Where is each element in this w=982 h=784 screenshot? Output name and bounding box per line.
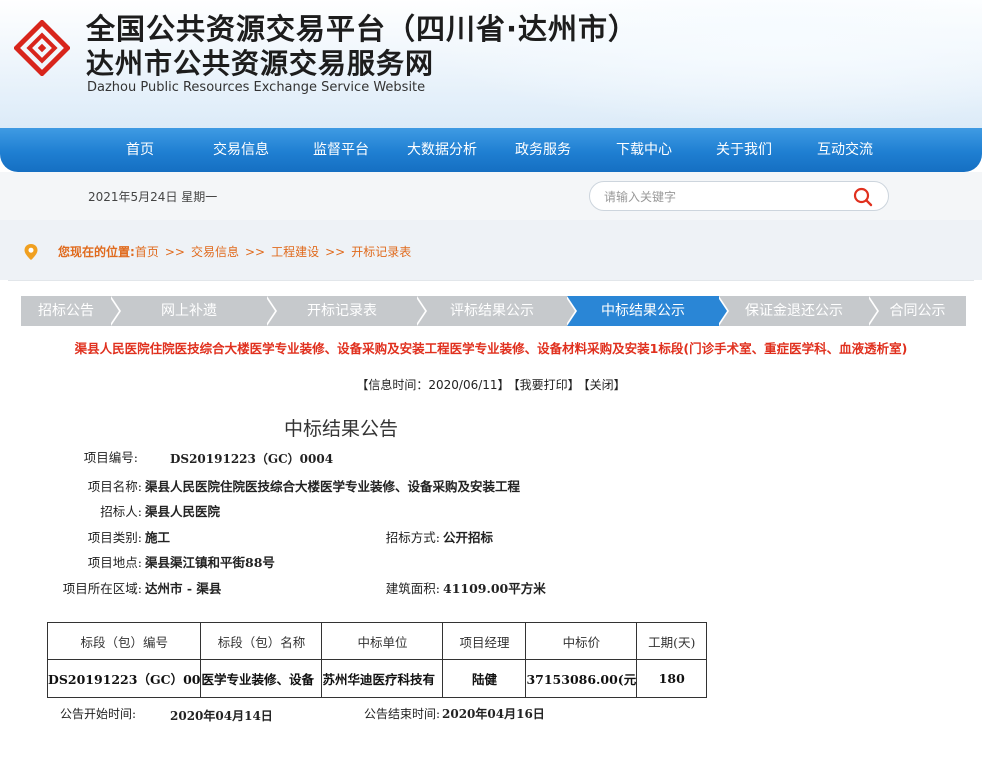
- field-label-area: 建筑面积:: [385, 581, 440, 596]
- table-cell-lot-code: DS20191223（GC）00: [46, 659, 202, 698]
- field-label-name: 项目名称:: [87, 479, 142, 494]
- site-title-english: Dazhou Public Resources Exchange Service…: [87, 80, 426, 95]
- stage-tab-bid-record[interactable]: 开标记录表: [267, 296, 417, 326]
- field-value-category: 施工: [145, 530, 171, 545]
- award-table: 标段（包）编号 标段（包）名称 中标单位 项目经理 中标价 工期(天) DS20…: [46, 622, 708, 698]
- notice-end-label: 公告结束时间:: [363, 707, 440, 721]
- field-value-region: 达州市 - 渠县: [145, 581, 222, 596]
- location-pin-icon: [24, 243, 38, 260]
- table-header-lot-name: 标段（包）名称: [200, 622, 323, 660]
- print-link[interactable]: 【我要打印】: [514, 378, 580, 392]
- field-value-area: 41109.00平方米: [443, 581, 546, 596]
- field-label-region: 项目所在区域:: [62, 581, 142, 596]
- stage-chevron: [265, 296, 275, 326]
- stage-tab-deposit-refund[interactable]: 保证金退还公示: [719, 296, 869, 326]
- breadcrumb-separator: >>: [164, 244, 185, 259]
- breadcrumb-separator: >>: [325, 244, 346, 259]
- table-header-lot-code: 标段（包）编号: [46, 622, 202, 660]
- current-date: 2021年5月24日 星期一: [88, 190, 218, 204]
- field-label-code: 项目编号:: [83, 450, 138, 465]
- breadcrumb: 您现在的位置: 首页 >> 交易信息 >> 工程建设 >> 开标记录表: [24, 243, 411, 260]
- breadcrumb-bid-record[interactable]: 开标记录表: [351, 243, 411, 260]
- table-cell-manager: 陆健: [442, 659, 527, 698]
- nav-item-interaction[interactable]: 互动交流: [810, 128, 880, 172]
- stage-tab-award-result[interactable]: 中标结果公示: [567, 296, 719, 326]
- site-header: 全国公共资源交易平台（四川省·达州市） 达州市公共资源交易服务网 Dazhou …: [0, 0, 982, 128]
- field-value-method: 公开招标: [443, 530, 494, 545]
- table-header-price: 中标价: [525, 622, 638, 660]
- search-icon[interactable]: [852, 186, 874, 208]
- field-label-location: 项目地点:: [87, 555, 142, 570]
- field-value-location: 渠县渠江镇和平街88号: [145, 555, 275, 570]
- nav-item-download[interactable]: 下载中心: [609, 128, 679, 172]
- table-header-manager: 项目经理: [442, 622, 527, 660]
- project-title: 渠县人民医院住院医技综合大楼医学专业装修、设备采购及安装工程医学专业装修、设备材…: [74, 341, 908, 356]
- stage-chevron: [717, 296, 727, 326]
- notice-end-value: 2020年04月16日: [442, 707, 545, 721]
- field-value-tenderer: 渠县人民医院: [145, 504, 221, 519]
- nav-item-home[interactable]: 首页: [110, 128, 170, 172]
- breadcrumb-separator: >>: [244, 244, 266, 259]
- stage-chevron: [867, 296, 877, 326]
- table-header-duration: 工期(天): [636, 622, 708, 660]
- stage-chevron: [565, 296, 575, 326]
- doc-title: 中标结果公告: [284, 418, 399, 440]
- site-subtitle: 达州市公共资源交易服务网: [86, 47, 435, 80]
- notice-start-value: 2020年04月14日: [170, 709, 273, 723]
- stage-chevron: [109, 296, 119, 326]
- stage-tab-addendum[interactable]: 网上补遗: [111, 296, 267, 326]
- table-cell-duration: 180: [636, 659, 708, 698]
- search-box: [589, 181, 889, 211]
- stage-tab-tender-notice[interactable]: 招标公告: [21, 296, 111, 326]
- table-header-row: 标段（包）编号 标段（包）名称 中标单位 项目经理 中标价 工期(天): [46, 622, 708, 660]
- nav-item-big-data[interactable]: 大数据分析: [400, 128, 484, 172]
- field-label-method: 招标方式:: [385, 530, 440, 545]
- nav-item-about[interactable]: 关于我们: [709, 128, 779, 172]
- search-input[interactable]: [604, 188, 834, 206]
- close-link[interactable]: 【关闭】: [584, 378, 626, 392]
- field-label-category: 项目类别:: [87, 530, 142, 545]
- notice-start-label: 公告开始时间:: [59, 707, 136, 721]
- info-line: 【信息时间：2020/06/11】 【我要打印】 【关闭】: [0, 376, 982, 393]
- field-label-tenderer: 招标人:: [100, 504, 142, 519]
- breadcrumb-trade-info[interactable]: 交易信息: [191, 243, 239, 260]
- nav-item-gov-service[interactable]: 政务服务: [508, 128, 578, 172]
- nav-item-trade-info[interactable]: 交易信息: [206, 128, 276, 172]
- table-cell-price: 37153086.00(元: [525, 659, 638, 698]
- info-time: 【信息时间：2020/06/11】: [356, 378, 510, 392]
- breadcrumb-home[interactable]: 首页: [135, 243, 159, 260]
- field-value-name: 渠县人民医院住院医技综合大楼医学专业装修、设备采购及安装工程: [145, 479, 521, 494]
- breadcrumb-label: 您现在的位置:: [58, 245, 135, 259]
- field-value-code: DS20191223（GC）0004: [170, 452, 334, 466]
- stage-tab-evaluation[interactable]: 评标结果公示: [417, 296, 567, 326]
- table-cell-winner: 苏州华迪医疗科技有: [321, 659, 444, 698]
- breadcrumb-engineering[interactable]: 工程建设: [271, 243, 319, 260]
- stage-tab-contract[interactable]: 合同公示: [869, 296, 966, 326]
- table-header-winner: 中标单位: [321, 622, 444, 660]
- table-cell-lot-name: 医学专业装修、设备: [200, 659, 323, 698]
- diamond-logo-icon[interactable]: [14, 20, 70, 76]
- nav-item-supervision[interactable]: 监督平台: [306, 128, 376, 172]
- main-nav: 首页 交易信息 监督平台 大数据分析 政务服务 下载中心 关于我们 互动交流: [0, 128, 982, 172]
- table-row: DS20191223（GC）00 医学专业装修、设备 苏州华迪医疗科技有 陆健 …: [46, 659, 708, 698]
- stage-chevron: [415, 296, 425, 326]
